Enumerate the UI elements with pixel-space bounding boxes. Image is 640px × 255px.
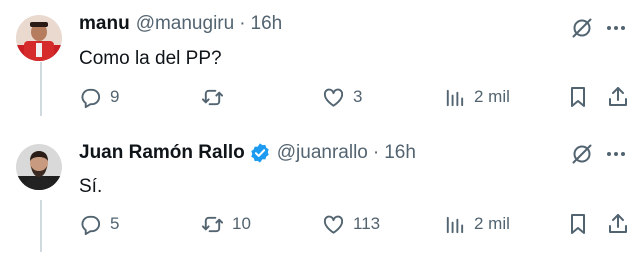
post-text: Sí. <box>79 176 103 197</box>
views-icon <box>443 213 466 236</box>
author-name[interactable]: manu <box>79 13 130 35</box>
like-button[interactable]: 3 <box>322 85 362 109</box>
views-button[interactable]: 2 mil <box>443 85 510 109</box>
reply-count: 5 <box>110 214 120 233</box>
post-time[interactable]: 16h <box>251 13 283 35</box>
heart-icon <box>322 213 345 236</box>
avatar-image <box>16 15 62 61</box>
reply-icon <box>79 213 102 236</box>
like-count: 113 <box>353 214 381 233</box>
repost-button[interactable] <box>201 85 232 109</box>
author-name[interactable]: Juan Ramón Rallo <box>79 142 245 164</box>
separator-dot: · <box>372 142 380 163</box>
bookmark-icon[interactable] <box>566 85 590 109</box>
avatar-image <box>16 144 62 190</box>
separator-dot: · <box>239 13 246 34</box>
grok-icon[interactable] <box>570 16 594 40</box>
repost-button[interactable]: 10 <box>201 212 251 236</box>
grok-icon[interactable] <box>570 142 594 166</box>
author-handle[interactable]: @manugiru <box>136 13 235 35</box>
post-header: manu @manugiru · 16h <box>79 12 282 36</box>
bookmark-icon[interactable] <box>566 212 590 236</box>
thread-line-bottom <box>40 200 42 252</box>
views-button[interactable]: 2 mil <box>443 212 510 236</box>
repost-icon <box>201 213 224 236</box>
reply-button[interactable]: 9 <box>79 85 119 109</box>
heart-icon <box>322 86 345 109</box>
views-count: 2 mil <box>474 214 510 233</box>
reply-button[interactable]: 5 <box>79 212 119 236</box>
verified-badge-icon <box>249 142 271 164</box>
share-icon[interactable] <box>606 85 630 109</box>
more-options-icon[interactable] <box>604 142 628 166</box>
reply-icon <box>79 86 102 109</box>
like-button[interactable]: 113 <box>322 212 380 236</box>
repost-icon <box>201 86 224 109</box>
author-handle[interactable]: @juanrallo <box>277 142 368 164</box>
share-icon[interactable] <box>606 212 630 236</box>
more-options-icon[interactable] <box>604 16 628 40</box>
avatar[interactable] <box>16 144 62 190</box>
thread-line-top <box>40 62 42 116</box>
reply-count: 9 <box>110 87 120 106</box>
repost-count: 10 <box>232 214 251 233</box>
post-text: Como la del PP? <box>79 48 222 69</box>
like-count: 3 <box>353 87 363 106</box>
views-icon <box>443 86 466 109</box>
post-header: Juan Ramón Rallo @juanrallo · 16h <box>79 141 416 165</box>
avatar[interactable] <box>16 15 62 61</box>
post-time[interactable]: 16h <box>384 142 416 164</box>
views-count: 2 mil <box>474 87 510 106</box>
